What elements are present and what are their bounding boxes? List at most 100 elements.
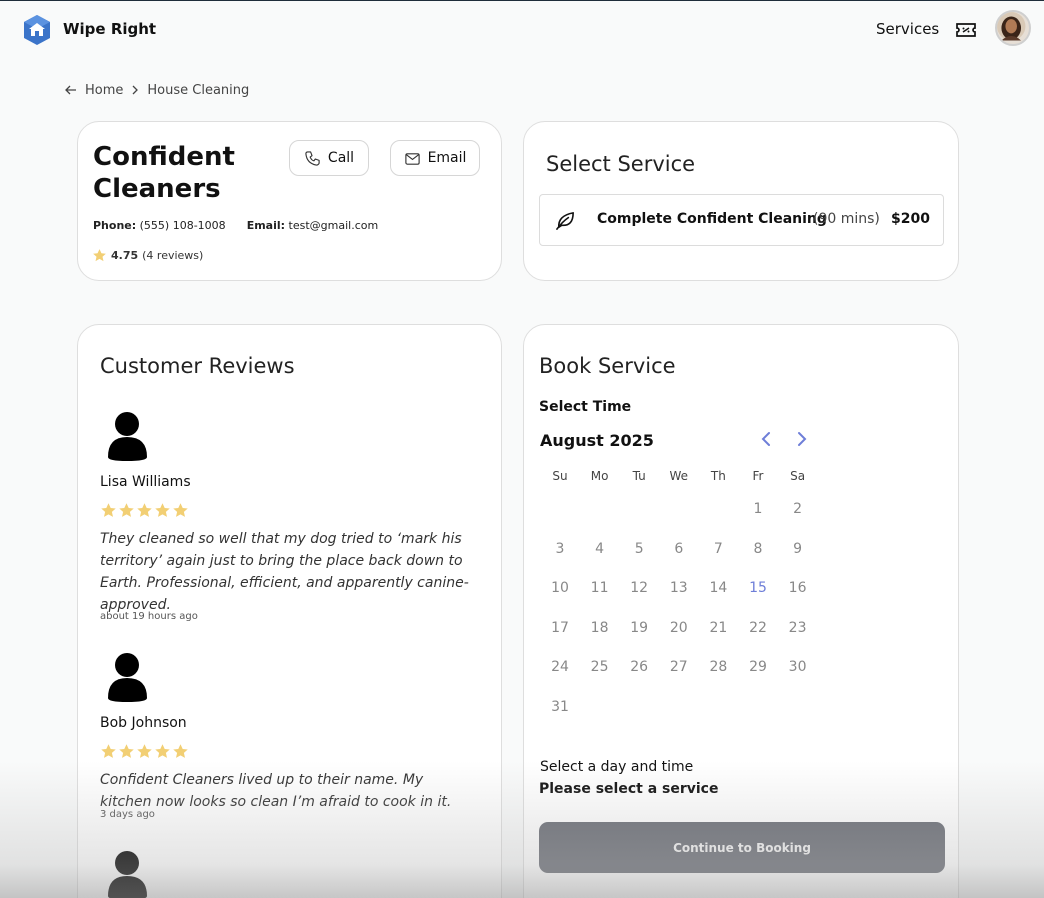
weekday-header: Tu [632,469,646,483]
phone-icon [305,150,320,166]
leaf-icon [556,212,574,230]
review-stars [100,502,190,519]
calendar-day[interactable]: 6 [659,541,699,557]
review-item [100,850,480,898]
previous-month-icon[interactable] [759,431,775,447]
star-icon [137,503,152,517]
weekday-header: Sa [790,469,806,483]
calendar-day[interactable]: 28 [698,659,738,675]
calendar-day[interactable]: 21 [698,620,738,636]
calendar-day[interactable]: 3 [540,541,580,557]
weekday-header: Th [710,469,726,483]
email-button[interactable]: Email [390,140,480,176]
company-info-card: Confident Cleaners Call Email Phone: (55… [77,121,502,281]
select-service-warning: Please select a service [539,781,719,797]
wipe-right-logo-icon[interactable] [22,14,52,46]
calendar-day[interactable]: 26 [619,659,659,675]
next-month-icon[interactable] [793,431,809,447]
star-icon [155,503,170,517]
back-arrow-icon[interactable] [64,83,78,97]
calendar-day[interactable]: 27 [659,659,699,675]
top-navbar: Wipe Right Services [0,1,1044,59]
calendar-day[interactable]: 11 [580,580,620,596]
weekday-header: Mo [590,469,609,483]
call-button[interactable]: Call [289,140,369,176]
brand-name[interactable]: Wipe Right [63,20,156,38]
calendar-day[interactable]: 14 [698,580,738,596]
service-name: Complete Confident Cleaning [597,211,827,227]
reviewer-avatar-icon [108,412,147,461]
calendar-day[interactable]: 4 [580,541,620,557]
reviews-count: (4 reviews) [142,249,204,262]
star-icon [173,503,188,517]
select-time-label: Select Time [539,399,632,415]
calendar-day[interactable]: 7 [698,541,738,557]
calendar-day[interactable]: 18 [580,620,620,636]
customer-reviews-card: Customer Reviews Lisa Williams They clea… [77,324,502,898]
star-icon [101,744,116,758]
breadcrumb: Home House Cleaning [64,82,249,98]
calendar-day[interactable]: 24 [540,659,580,675]
star-icon [155,744,170,758]
call-button-label: Call [327,150,355,166]
company-name: Confident Cleaners [93,142,235,204]
calendar-day[interactable]: 30 [778,659,818,675]
select-day-hint: Select a day and time [540,759,694,775]
email-button-label: Email [427,150,467,166]
star-icon [101,503,116,517]
review-time: 3 days ago [100,809,155,820]
review-item: Lisa Williams They cleaned so well that … [100,411,480,631]
calendar-day[interactable]: 31 [540,699,580,715]
review-item: Bob Johnson Confident Cleaners lived up … [100,652,480,832]
user-avatar[interactable] [995,10,1031,46]
review-text: They cleaned so well that my dog tried t… [100,531,469,613]
select-service-card: Select Service Complete Confident Cleani… [523,121,959,281]
star-icon [137,744,152,758]
calendar-day[interactable]: 10 [540,580,580,596]
book-service-title: Book Service [539,354,676,378]
user-photo-icon [997,12,1026,41]
book-service-card: Book Service Select Time August 2025 Su M… [523,324,959,898]
calendar-day[interactable]: 17 [540,620,580,636]
calendar-day[interactable]: 19 [619,620,659,636]
nav-services-link[interactable]: Services [876,20,939,38]
chevron-right-icon [132,85,139,95]
calendar-day[interactable]: 29 [738,659,778,675]
star-icon [119,503,134,517]
calendar-day[interactable]: 16 [778,580,818,596]
calendar-day[interactable]: 15 [738,580,778,596]
customer-reviews-title: Customer Reviews [100,354,295,378]
calendar-day[interactable]: 8 [738,541,778,557]
phone-value: (555) 108-1008 [139,219,226,232]
weekday-header: We [669,469,689,483]
star-icon [93,249,106,262]
reviewer-avatar-icon [108,653,147,702]
company-rating: 4.75 (4 reviews) [92,248,203,263]
calendar-day[interactable]: 9 [778,541,818,557]
calendar-day[interactable]: 20 [659,620,699,636]
service-price: $200 [891,211,930,227]
star-icon [173,744,188,758]
reviewer-name: Bob Johnson [100,715,187,731]
reviewer-avatar-icon [108,851,147,898]
calendar-day[interactable]: 12 [619,580,659,596]
continue-to-booking-button[interactable]: Continue to Booking [539,822,945,873]
phone-label: Phone: [93,219,137,232]
ticket-icon[interactable] [955,21,977,39]
calendar-day[interactable]: 5 [619,541,659,557]
calendar-day[interactable]: 2 [778,501,818,517]
weekday-header: Su [552,469,568,483]
breadcrumb-home-link[interactable]: Home [85,83,123,98]
breadcrumb-current: House Cleaning [147,82,250,98]
calendar-day[interactable]: 1 [738,501,778,517]
mail-icon [404,152,420,165]
calendar-day[interactable]: 23 [778,620,818,636]
calendar-day[interactable]: 22 [738,620,778,636]
service-option[interactable]: Complete Confident Cleaning (90 mins) $2… [539,194,944,246]
star-icon [119,744,134,758]
calendar-day[interactable]: 13 [659,580,699,596]
service-duration: (90 mins) [813,211,880,227]
calendar-day[interactable]: 25 [580,659,620,675]
weekday-header: Fr [752,469,764,483]
review-stars [100,743,190,760]
